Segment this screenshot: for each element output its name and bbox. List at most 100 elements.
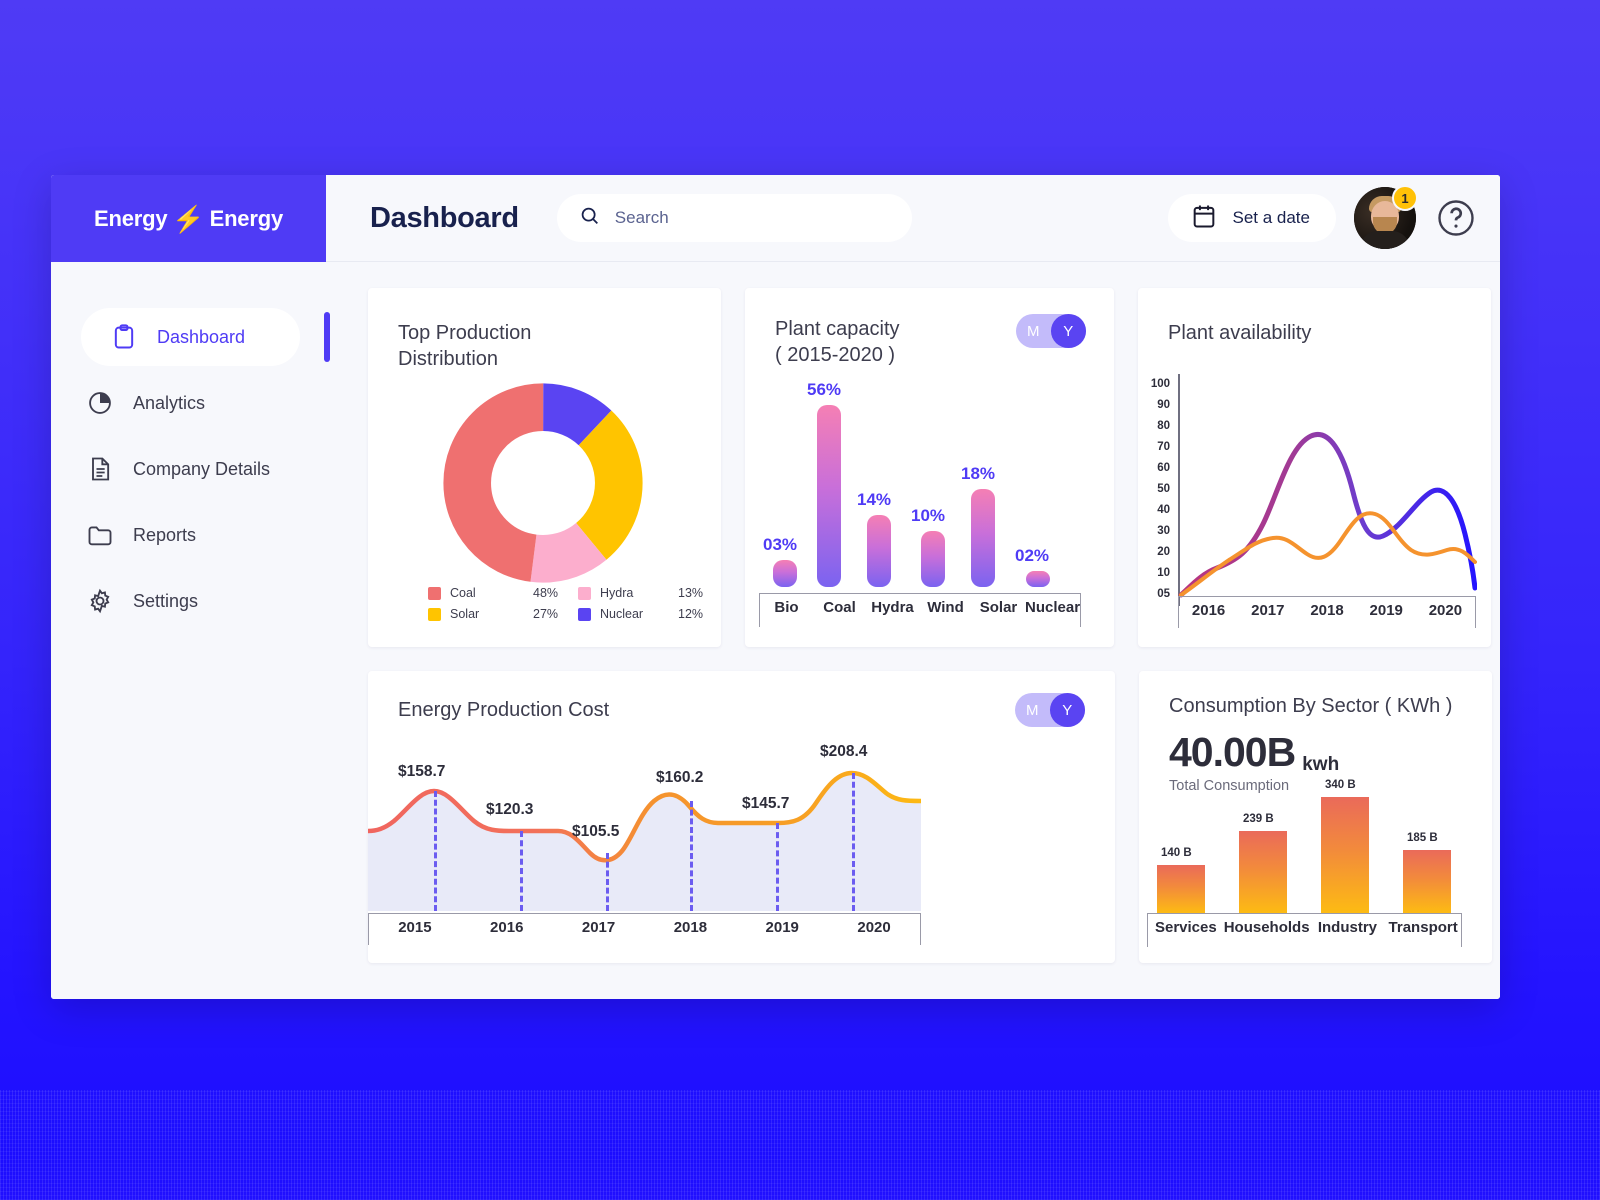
set-date-button[interactable]: Set a date — [1168, 194, 1336, 242]
capacity-bar-bio — [773, 560, 797, 587]
search-icon — [579, 205, 601, 232]
cost-value-2015: $158.7 — [398, 763, 446, 780]
search-field[interactable] — [556, 194, 912, 242]
main-area: Dashboard Set a da — [326, 175, 1500, 999]
legend-value: 13% — [678, 586, 704, 600]
cost-area-chart — [368, 770, 921, 911]
help-button[interactable] — [1434, 196, 1478, 240]
cost-marker-2020 — [852, 773, 855, 911]
legend-swatch — [428, 607, 441, 621]
sidebar-nav: Dashboard Analytics Company Details Repo… — [51, 262, 330, 630]
cards-row-top: Top Production Distribution Coal 48% Hyd… — [368, 288, 1492, 647]
axis-label: Coal — [823, 599, 856, 616]
capacity-bar-solar — [971, 489, 995, 587]
axis-label: 2016 — [490, 919, 524, 936]
sidebar-item-dashboard[interactable]: Dashboard — [81, 308, 330, 366]
sector-x-axis: Services Households Industry Transport — [1147, 913, 1462, 947]
legend-value: 12% — [678, 607, 704, 621]
toggle-month-option[interactable]: M — [1015, 702, 1050, 719]
capacity-bar-wind — [921, 531, 945, 587]
axis-label: 2018 — [1310, 602, 1344, 619]
axis-label: 2020 — [1428, 602, 1463, 619]
cost-value-2018: $160.2 — [656, 769, 704, 786]
sidebar-item-label: Dashboard — [157, 326, 246, 347]
axis-label: Hydra — [871, 599, 914, 616]
sidebar-item-company-details[interactable]: Company Details — [51, 440, 326, 498]
capacity-value-hydra: 14% — [857, 490, 892, 509]
calendar-icon — [1190, 202, 1218, 235]
sector-value-households: 239 B — [1243, 813, 1274, 825]
capacity-value-bio: 03% — [763, 535, 798, 554]
axis-label: 2018 — [673, 919, 708, 936]
legend-label: Solar — [450, 607, 480, 621]
axis-label: 2019 — [765, 919, 799, 936]
cost-period-toggle[interactable]: M Y — [1015, 693, 1085, 727]
topbar-actions: Set a date 1 — [1168, 185, 1478, 249]
capacity-value-nuclear: 02% — [1015, 546, 1050, 565]
capacity-value-coal: 56% — [807, 380, 842, 399]
toggle-year-option[interactable]: Y — [1049, 693, 1085, 727]
availability-x-axis: 2016 2017 2018 2019 2020 — [1178, 596, 1476, 628]
sidebar-item-settings[interactable]: Settings — [51, 572, 326, 630]
sidebar-item-reports[interactable]: Reports — [51, 506, 326, 564]
card-energy-production-cost: Energy Production Cost M Y $158.7 $120.3… — [368, 671, 1115, 963]
cost-marker-2015 — [434, 791, 437, 911]
app-window: Energy ⚡ Energy Dashboard Analytics Comp… — [51, 175, 1500, 999]
capacity-value-wind: 10% — [911, 506, 946, 525]
donut-slice-coal — [443, 383, 643, 583]
total-consumption-unit: kwh — [1302, 754, 1340, 775]
sector-bar-transport — [1403, 850, 1451, 913]
axis-label: Households — [1223, 919, 1310, 936]
availability-series-secondary — [1179, 511, 1477, 597]
axis-label: Transport — [1388, 919, 1458, 936]
axis-label: Industry — [1317, 919, 1378, 936]
gear-icon — [85, 586, 115, 616]
dashboard-content: Top Production Distribution Coal 48% Hyd… — [326, 262, 1500, 999]
axis-label: Wind — [927, 599, 964, 616]
capacity-bar-nuclear — [1026, 571, 1050, 587]
sector-value-services: 140 B — [1161, 847, 1192, 859]
legend-item-solar: Solar — [428, 607, 533, 621]
axis-label: Nuclear — [1025, 599, 1081, 616]
sector-bar-services — [1157, 865, 1205, 913]
legend-label: Coal — [450, 586, 476, 600]
total-consumption-metric: 40.00B kwh — [1169, 729, 1492, 776]
legend-swatch — [578, 607, 591, 621]
sidebar-item-label: Settings — [133, 590, 199, 611]
card-title: Plant availability — [1168, 322, 1312, 344]
capacity-value-solar: 18% — [961, 464, 996, 483]
set-date-label: Set a date — [1232, 208, 1310, 227]
sector-value-transport: 185 B — [1407, 832, 1438, 844]
donut-legend: Coal 48% Hydra 13% Solar 27% Nuclear 12% — [428, 586, 703, 621]
toggle-month-option[interactable]: M — [1016, 323, 1051, 340]
availability-series-primary — [1178, 432, 1477, 598]
pie-chart-icon — [85, 388, 115, 418]
user-avatar[interactable]: 1 — [1354, 185, 1418, 249]
legend-item-hydra: Hydra — [578, 586, 678, 600]
donut-chart — [443, 383, 643, 583]
axis-label: 2016 — [1191, 602, 1226, 619]
card-top-production-distribution: Top Production Distribution Coal 48% Hyd… — [368, 288, 721, 647]
axis-label: Services — [1154, 919, 1217, 936]
capacity-bar-coal — [817, 405, 841, 587]
cost-value-2017: $105.5 — [572, 823, 620, 840]
sidebar: Energy ⚡ Energy Dashboard Analytics Comp… — [51, 175, 330, 999]
sidebar-item-analytics[interactable]: Analytics — [51, 374, 326, 432]
document-icon — [85, 454, 115, 484]
toggle-year-option[interactable]: Y — [1050, 314, 1086, 348]
cards-row-bottom: Energy Production Cost M Y $158.7 $120.3… — [368, 671, 1492, 963]
legend-item-nuclear: Nuclear — [578, 607, 678, 621]
legend-label: Hydra — [600, 586, 634, 600]
axis-label: 2020 — [857, 919, 891, 936]
card-title: Top Production Distribution — [398, 322, 532, 370]
search-input[interactable] — [614, 208, 890, 228]
cost-value-2020: $208.4 — [820, 743, 868, 760]
capacity-bar-hydra — [867, 515, 891, 587]
logo-text-left: Energy — [94, 205, 168, 231]
legend-label: Nuclear — [600, 607, 644, 621]
legend-swatch — [578, 586, 591, 600]
logo-text-right: Energy — [209, 205, 284, 231]
capacity-period-toggle[interactable]: M Y — [1016, 314, 1086, 348]
card-plant-capacity: Plant capacity ( 2015-2020 ) M Y 03% 56%… — [745, 288, 1114, 647]
sector-value-industry: 340 B — [1325, 779, 1356, 791]
